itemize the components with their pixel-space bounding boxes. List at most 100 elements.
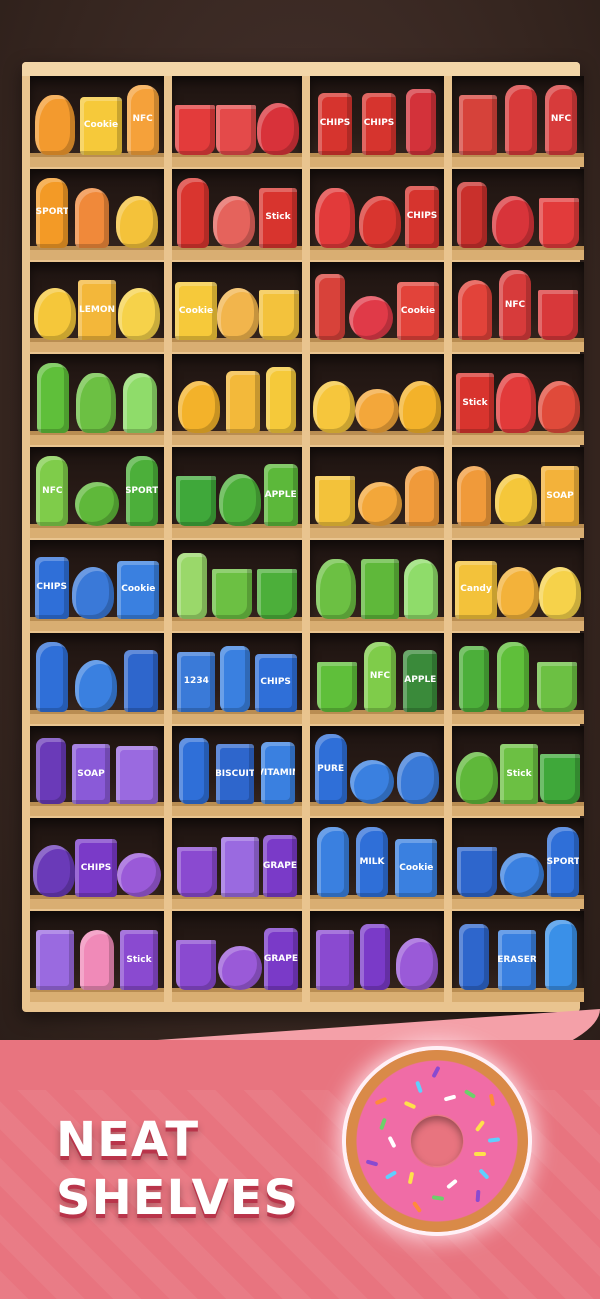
chips-can-icon[interactable]: CHIPS	[34, 556, 69, 619]
nail-polish-icon[interactable]	[406, 88, 436, 155]
makeup-sponge-icon[interactable]	[213, 195, 255, 248]
nfc-juice-bottle-icon[interactable]: NFC	[363, 641, 396, 712]
shelf-slot[interactable]: Stick	[452, 354, 584, 446]
shelf-slot[interactable]: SPORT	[452, 818, 584, 910]
paw-lollipop-icon[interactable]	[218, 946, 262, 990]
shelf-slot[interactable]	[172, 76, 302, 167]
shelf-slot[interactable]: 1234 CHIPS	[172, 632, 302, 724]
gummy-bear-icon[interactable]	[35, 94, 76, 155]
popsicle-icon[interactable]	[80, 930, 114, 990]
soap-icon[interactable]: SOAP	[72, 744, 110, 805]
shelf-slot[interactable]: Stick	[30, 911, 164, 1002]
cookie-bag-icon[interactable]: Cookie	[395, 839, 438, 898]
compact-mirror-icon[interactable]	[349, 760, 394, 805]
chips-bag-icon[interactable]: CHIPS	[254, 653, 297, 712]
shelf-slot[interactable]: PURE	[310, 725, 444, 817]
shelf-slot[interactable]: SPORT	[30, 168, 164, 260]
ruler-icon[interactable]	[219, 645, 250, 712]
detergent-bottle-icon[interactable]	[36, 363, 69, 434]
biscuit-box-icon[interactable]: BISCUIT	[215, 744, 254, 805]
coffee-cup-icon[interactable]	[176, 940, 216, 990]
shelf-slot[interactable]	[310, 447, 444, 538]
lollipop-icon[interactable]	[349, 296, 393, 341]
compact-mirror-icon[interactable]	[117, 853, 161, 898]
chick-icon[interactable]	[313, 381, 355, 434]
bell-pepper-icon[interactable]	[399, 381, 441, 434]
sport-drink-icon[interactable]: SPORT	[125, 456, 158, 526]
shelf-slot[interactable]: CHIPS	[310, 168, 444, 260]
paw-lollipop-icon[interactable]	[355, 389, 399, 434]
nfc-juice-bottle-icon[interactable]: NFC	[126, 84, 159, 155]
chips-can-icon[interactable]: CHIPS	[405, 185, 439, 248]
nfc-juice-bottle-icon[interactable]: NFC	[36, 456, 69, 526]
cookie-bag-icon[interactable]: Cookie	[117, 560, 160, 619]
shelf-slot[interactable]: APPLE	[172, 447, 302, 538]
trash-bin-icon[interactable]	[540, 754, 580, 805]
shelf-slot[interactable]	[30, 632, 164, 724]
rubber-duck-icon[interactable]	[495, 474, 537, 526]
mushroom-icon[interactable]	[538, 381, 580, 434]
candle-icon[interactable]	[316, 661, 357, 712]
shelf-slot[interactable]	[452, 168, 584, 260]
shelf-slot[interactable]: CHIPS Cookie	[30, 540, 164, 631]
watermelon-popsicle-icon[interactable]	[458, 280, 493, 341]
desk-lamp-icon[interactable]	[459, 645, 489, 712]
shelf-slot[interactable]	[310, 354, 444, 446]
chips-can-icon[interactable]: CHIPS	[318, 92, 352, 155]
nfc-juice-bottle-icon[interactable]: NFC	[545, 84, 577, 155]
stick-box-icon[interactable]: Stick	[259, 187, 297, 248]
grape-juice-can-icon[interactable]: GRAPE	[263, 835, 297, 898]
vitamin-jar-icon[interactable]: VITAMIN	[261, 742, 296, 805]
shelf-slot[interactable]: CHIPS CHIPS	[310, 76, 444, 167]
popsicle-icon[interactable]	[123, 373, 158, 434]
shelf-slot[interactable]	[172, 540, 302, 631]
shelf-slot[interactable]: NFC SPORT	[30, 447, 164, 538]
lollipop-icon[interactable]	[357, 482, 402, 526]
stick-box-icon[interactable]: Stick	[120, 930, 158, 990]
cap-icon[interactable]	[71, 566, 114, 619]
nail-polish-icon[interactable]	[360, 924, 390, 990]
shelf-slot[interactable]	[310, 911, 444, 1002]
sport-drink-icon[interactable]: SPORT	[547, 827, 580, 898]
tumbler-icon[interactable]	[123, 649, 158, 712]
bell-pepper-icon[interactable]	[218, 474, 261, 526]
hair-dryer-icon[interactable]	[74, 659, 117, 712]
shelf-slot[interactable]: Cookie NFC	[30, 76, 164, 167]
coffee-cup-icon[interactable]	[211, 568, 252, 619]
shelf-slot[interactable]: GRAPE	[172, 911, 302, 1002]
grapes-icon[interactable]	[33, 845, 75, 898]
shelf-slot[interactable]: CHIPS	[30, 818, 164, 910]
hair-dryer-icon[interactable]	[491, 195, 534, 248]
trash-bin-icon[interactable]	[537, 290, 578, 341]
gummy-bear-icon[interactable]	[315, 187, 355, 248]
soda-cup-icon[interactable]	[538, 197, 579, 248]
scissors-icon[interactable]	[497, 566, 539, 619]
green-onion-icon[interactable]	[177, 552, 208, 619]
pencil-cup-icon[interactable]	[314, 476, 355, 526]
light-bulb-icon[interactable]	[118, 288, 160, 341]
shelf-slot[interactable]: Cookie	[172, 261, 302, 353]
tape-measure-icon[interactable]	[499, 853, 544, 898]
water-bottle-icon[interactable]	[544, 920, 577, 990]
perfume-bottle-icon[interactable]	[36, 930, 74, 990]
scarf-icon[interactable]	[316, 930, 354, 990]
shelf-slot[interactable]: NFC APPLE	[310, 632, 444, 724]
candle-icon[interactable]	[177, 847, 217, 898]
popsicle-icon[interactable]	[457, 466, 491, 526]
scarf-icon[interactable]	[459, 94, 497, 155]
cookie-bag-icon[interactable]: Cookie	[397, 282, 439, 341]
grapes-icon[interactable]	[456, 752, 498, 805]
shelf-slot[interactable]: GRAPE	[172, 818, 302, 910]
dress-icon[interactable]	[397, 752, 440, 805]
chips-bag-icon[interactable]: CHIPS	[75, 839, 117, 898]
shelf-slot[interactable]: SOAP	[30, 725, 164, 817]
cookie-bag-icon[interactable]: Cookie	[175, 282, 217, 341]
gummy-bear-icon[interactable]	[496, 373, 536, 434]
apple-juice-can-icon[interactable]: APPLE	[403, 649, 438, 712]
makeup-sponge-icon[interactable]	[217, 288, 259, 341]
popsicle-icon[interactable]	[405, 466, 440, 526]
bow-icon[interactable]	[115, 195, 158, 248]
nfc-juice-bottle-icon[interactable]: NFC	[498, 270, 531, 341]
shelf-slot[interactable]	[310, 540, 444, 631]
shelf-slot[interactable]: LEMON	[30, 261, 164, 353]
